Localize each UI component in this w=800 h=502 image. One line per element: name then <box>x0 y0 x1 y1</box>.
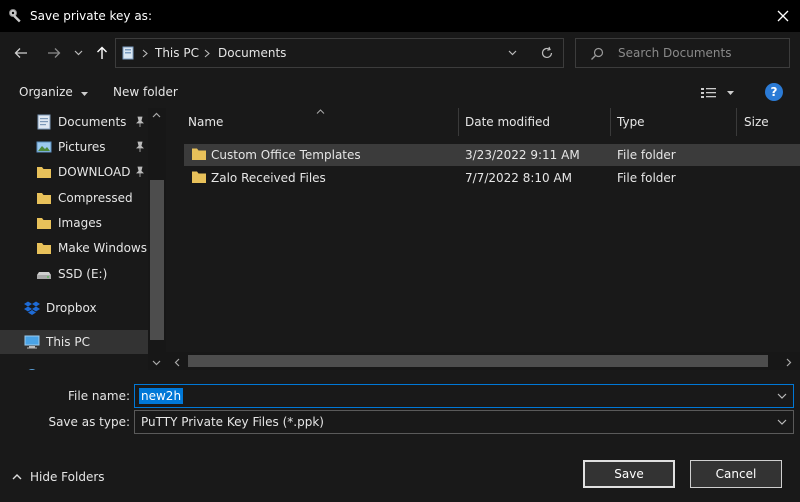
sidebar-item-images[interactable]: Images <box>0 211 150 235</box>
sidebar-item-label: SSD (E:) <box>58 267 108 281</box>
drive-icon <box>37 272 51 279</box>
file-name-value: new2h <box>139 388 184 404</box>
sidebar-item-label: Compressed <box>58 191 133 205</box>
save-type-label: Save as type: <box>48 415 130 429</box>
sidebar-item-dropbox[interactable]: Dropbox <box>0 296 150 320</box>
sidebar-item-network[interactable] <box>0 363 150 370</box>
file-name: Custom Office Templates <box>211 148 361 162</box>
window-title: Save private key as: <box>30 9 152 23</box>
view-options-button[interactable] <box>701 85 741 101</box>
help-button[interactable]: ? <box>765 83 783 101</box>
sidebar-item-compressed[interactable]: Compressed <box>0 186 150 210</box>
caret-down-icon <box>727 91 734 95</box>
scroll-up-icon[interactable] <box>152 112 161 118</box>
file-name-label: File name: <box>68 389 130 403</box>
folder-icon <box>37 218 51 229</box>
chevron-right-icon <box>142 49 148 58</box>
column-header-name[interactable]: Name <box>188 115 223 129</box>
refresh-icon[interactable] <box>540 46 554 60</box>
sidebar-item-label: DOWNLOAD <box>58 165 131 179</box>
folder-icon <box>37 167 51 178</box>
details-view-icon <box>701 88 716 98</box>
search-box[interactable]: Search Documents <box>575 38 790 68</box>
folder-icon <box>192 171 206 183</box>
documents-icon <box>37 114 51 130</box>
arrow-right-icon <box>48 48 61 58</box>
sidebar-scroll-thumb[interactable] <box>150 180 164 340</box>
sidebar-item-documents[interactable]: Documents <box>0 110 150 134</box>
forward-button[interactable] <box>42 41 66 65</box>
sidebar-item-download[interactable]: DOWNLOAD <box>0 160 150 184</box>
close-button[interactable] <box>766 0 800 32</box>
hide-folders-label: Hide Folders <box>30 470 105 484</box>
breadcrumb-this-pc[interactable]: This PC <box>155 46 199 60</box>
chevron-down-icon[interactable] <box>777 417 787 427</box>
save-type-select[interactable]: PuTTY Private Key Files (*.ppk) <box>134 410 794 434</box>
save-button[interactable]: Save <box>583 460 675 488</box>
cancel-button[interactable]: Cancel <box>690 460 782 488</box>
new-folder-button[interactable]: New folder <box>113 85 178 99</box>
this-pc-icon <box>122 46 134 60</box>
back-button[interactable] <box>9 41 33 65</box>
organize-label: Organize <box>19 85 73 99</box>
folder-icon <box>192 148 206 160</box>
chevron-up-icon <box>12 474 22 480</box>
pin-icon <box>136 141 144 152</box>
table-row[interactable]: Custom Office Templates 3/23/2022 9:11 A… <box>184 144 800 166</box>
caret-down-icon <box>80 92 88 96</box>
sidebar-item-label: Images <box>58 216 102 230</box>
arrow-up-icon <box>97 46 107 59</box>
scroll-down-icon[interactable] <box>152 360 161 366</box>
up-button[interactable] <box>90 41 114 65</box>
file-date: 7/7/2022 8:10 AM <box>465 171 573 185</box>
close-icon <box>777 10 789 22</box>
sidebar-item-this-pc[interactable]: This PC <box>0 330 150 354</box>
column-header-type[interactable]: Type <box>617 115 645 129</box>
sidebar-item-make-windows[interactable]: Make Windows F <box>0 236 150 260</box>
recent-locations-button[interactable] <box>68 41 88 65</box>
pictures-icon <box>36 141 52 153</box>
chevron-down-icon <box>74 50 82 56</box>
sidebar-item-label: Make Windows F <box>58 241 150 255</box>
table-row[interactable]: Zalo Received Files 7/7/2022 8:10 AM Fil… <box>184 167 800 189</box>
search-placeholder: Search Documents <box>618 46 732 60</box>
file-type: File folder <box>617 171 676 185</box>
pc-icon <box>24 335 40 349</box>
sidebar-item-ssd[interactable]: SSD (E:) <box>0 262 150 286</box>
sidebar-item-label: Documents <box>58 115 127 129</box>
file-name-input[interactable]: new2h <box>134 384 794 408</box>
search-icon <box>591 47 604 60</box>
address-bar[interactable]: This PC Documents <box>115 38 564 68</box>
column-header-size[interactable]: Size <box>744 115 769 129</box>
putty-key-icon <box>9 9 21 23</box>
file-list-scroll-thumb[interactable] <box>188 355 768 367</box>
file-type: File folder <box>617 148 676 162</box>
sort-ascending-icon <box>316 109 325 114</box>
pin-icon <box>136 116 144 127</box>
column-divider[interactable] <box>736 108 737 136</box>
column-header-date[interactable]: Date modified <box>465 115 550 129</box>
scroll-right-icon[interactable] <box>786 358 792 367</box>
save-type-value: PuTTY Private Key Files (*.ppk) <box>141 415 324 429</box>
sidebar-item-label: Dropbox <box>46 301 97 315</box>
arrow-left-icon <box>14 48 27 58</box>
folder-icon <box>37 243 51 254</box>
scroll-left-icon[interactable] <box>174 358 180 367</box>
sidebar-item-label: This PC <box>46 335 90 349</box>
chevron-down-icon[interactable] <box>777 391 787 401</box>
pin-icon <box>136 166 144 177</box>
folder-icon <box>37 193 51 204</box>
file-name: Zalo Received Files <box>211 171 326 185</box>
organize-button[interactable]: Organize <box>19 85 88 99</box>
hide-folders-button[interactable]: Hide Folders <box>12 470 105 484</box>
sidebar-item-pictures[interactable]: Pictures <box>0 135 150 159</box>
file-date: 3/23/2022 9:11 AM <box>465 148 580 162</box>
column-divider[interactable] <box>610 108 611 136</box>
column-divider[interactable] <box>458 108 459 136</box>
address-dropdown-icon[interactable] <box>508 50 517 56</box>
sidebar-item-label: Pictures <box>58 140 106 154</box>
chevron-right-icon <box>204 49 210 58</box>
breadcrumb-documents[interactable]: Documents <box>218 46 286 60</box>
dropbox-icon <box>24 301 40 315</box>
